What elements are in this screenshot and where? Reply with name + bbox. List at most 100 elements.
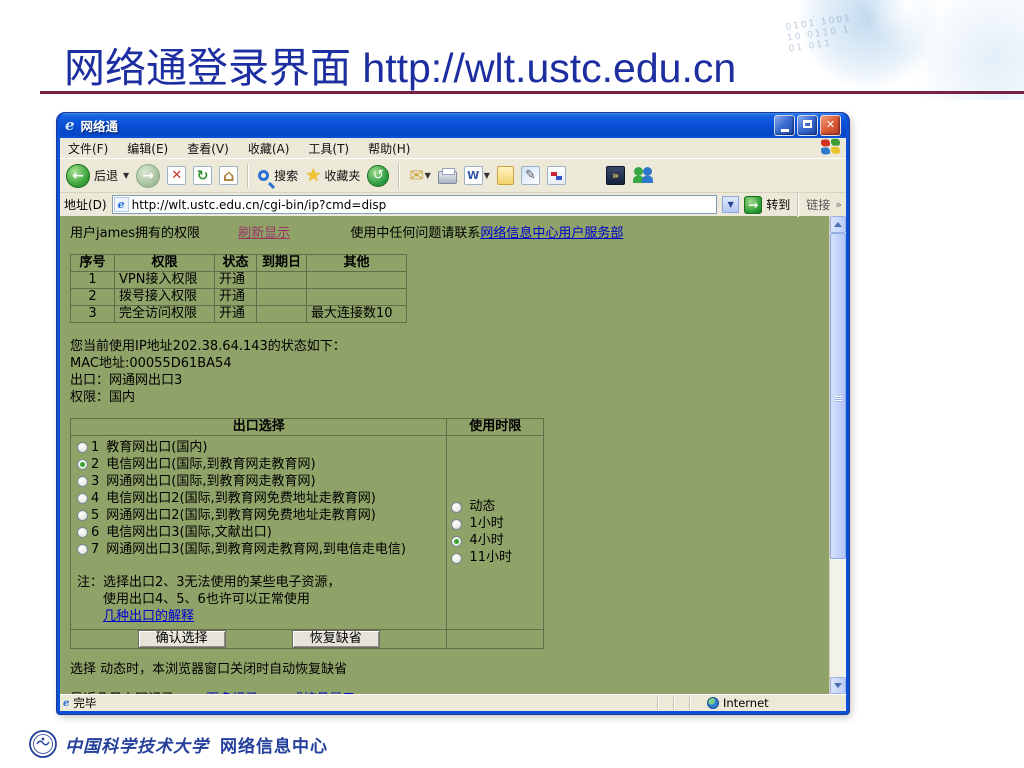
edit-word-button[interactable]: W ▼ [463,166,490,185]
option-label: 1小时 [469,516,504,531]
address-dropdown-button[interactable]: ▼ [722,196,740,213]
menu-item[interactable]: 查看(V) [187,140,229,157]
dynamic-mode-note: 选择 动态时，本浏览器窗口关闭时自动恢复缺省 [70,662,348,677]
menu-item[interactable]: 编辑(E) [127,140,168,157]
menu-item[interactable]: 收藏(A) [248,140,290,157]
exit-explanation-link[interactable]: 几种出口的解释 [103,609,194,624]
duration-option[interactable]: 4小时 [451,533,539,550]
perm-header-cell: 其他 [306,254,407,272]
duration-column-header: 使用时限 [446,418,544,436]
window-titlebar[interactable]: e 网络通 ✕ [60,113,846,138]
exit-option[interactable]: 4 电信网出口2(国际,到教育网免费地址走教育网) [77,490,442,507]
duration-radio[interactable] [451,535,463,547]
menu-item[interactable]: 工具(T) [308,140,349,157]
forward-button[interactable]: → [136,163,161,188]
option-number: 2 [91,456,100,472]
history-button[interactable]: ↺ [367,164,390,187]
exit-radio-5[interactable] [77,510,88,521]
close-button[interactable]: ✕ [820,115,841,136]
web-page: 用户james拥有的权限 刷新显示 使用中任何问题请联系网络信息中心用户服务部 … [60,216,829,694]
more-records-link[interactable]: 更多记录 [206,692,258,694]
monthly-view-link[interactable]: 或按月显示 [290,692,355,694]
duration-radio[interactable] [451,518,463,530]
exit-option[interactable]: 3 网通网出口(国际,到教育网走教育网) [77,473,442,490]
vertical-scrollbar[interactable] [829,216,846,694]
messenger-person-green [632,167,644,183]
search-button[interactable]: 搜索 [258,167,298,184]
favorites-button[interactable]: ★ 收藏夹 [305,165,360,186]
scroll-up-button[interactable] [830,216,846,233]
exit-radio-1[interactable] [77,442,88,453]
restore-default-button[interactable]: 恢复缺省 [291,630,380,648]
stop-button[interactable]: ✕ [167,166,187,185]
messenger-button[interactable] [632,166,654,185]
links-label[interactable]: 链接 [806,196,830,213]
favorites-label: 收藏夹 [324,169,361,183]
menu-item[interactable]: 文件(F) [68,140,108,157]
perm-table-cell [306,271,407,289]
flag-yellow [831,146,840,155]
flashget-button[interactable]: » [605,166,625,185]
exit-radio-4[interactable] [77,493,88,504]
discuss-button[interactable] [546,166,566,185]
print-button[interactable] [437,168,457,184]
mail-dropdown-icon[interactable]: ▼ [425,171,431,180]
duration-radio[interactable] [451,501,463,513]
back-dropdown-icon[interactable]: ▼ [123,171,129,180]
option-label: 电信网出口2(国际,到教育网免费地址走教育网) [106,490,376,506]
globe-digits-decoration: 0101 1001 10 0110 1 01 011 [785,13,853,55]
toolbar: ← 后退 ▼ → ✕ ↻ ⌂ 搜索 ★ 收藏夹 ↺ ✉ ▼ W ▼ ✎ » [60,159,846,193]
ip-status-block: 您当前使用IP地址202.38.64.143的状态如下： MAC地址:00055D… [70,338,829,406]
notes-doc-button[interactable] [496,166,514,185]
option-number: 3 [91,473,100,489]
service-dept-link[interactable]: 网络信息中心用户服务部 [480,226,623,241]
perm-table-cell: 开通 [214,305,257,323]
mail-button[interactable]: ✉ ▼ [409,166,430,186]
refresh-button[interactable]: ↻ [193,166,213,185]
page-header-line: 用户james拥有的权限 刷新显示 使用中任何问题请联系网络信息中心用户服务部 [70,226,829,242]
edit-button[interactable]: ✎ [520,166,540,185]
exit-option[interactable]: 5 网通网出口2(国际,到教育网免费地址走教育网) [77,507,442,524]
scrollbar-grip [835,396,842,397]
address-input[interactable]: e http://wlt.ustc.edu.cn/cgi-bin/ip?cmd=… [111,195,718,214]
page-icon: e [113,197,129,212]
back-icon: ← [66,163,90,188]
maximize-icon [803,120,812,128]
menu-item[interactable]: 帮助(H) [368,140,410,157]
maximize-button[interactable] [797,115,818,136]
exit-radio-7[interactable] [77,544,88,555]
exit-option[interactable]: 6 电信网出口3(国际,文献出口) [77,524,442,541]
note-line-2: 使用出口4、5、6也许可以正常使用 [103,592,310,607]
duration-option[interactable]: 11小时 [451,550,539,567]
exit-option[interactable]: 7 网通网出口3(国际,到教育网走教育网,到电信走电信) [77,541,442,558]
duration-radio[interactable] [451,552,463,564]
exit-radio-2[interactable] [77,459,88,470]
minimize-button[interactable] [774,115,795,136]
refresh-display-link[interactable]: 刷新显示 [238,226,290,241]
back-button[interactable]: ← 后退 ▼ [66,163,129,188]
scroll-down-button[interactable] [830,677,846,694]
scrollbar-thumb[interactable] [830,233,846,559]
go-button[interactable]: → 转到 [744,195,791,214]
word-dropdown-icon[interactable]: ▼ [484,171,490,180]
duration-option[interactable]: 1小时 [451,516,539,533]
clipped-history-line: 最近几日上网记录 更多记录 或按月显示 [70,691,829,694]
ip-status-line: 权限：国内 [70,390,136,405]
exit-radio-3[interactable] [77,476,88,487]
exit-option[interactable]: 1 教育网出口(国内) [77,439,442,456]
duration-option[interactable]: 动态 [451,499,539,516]
perm-header-cell: 序号 [70,254,115,272]
status-text: 完毕 [73,696,97,710]
exit-radio-6[interactable] [77,527,88,538]
go-icon: → [744,195,763,214]
home-button[interactable]: ⌂ [219,166,239,185]
exit-options-cell: 1 教育网出口(国内) 2 电信网出口(国际,到教育网走教育网) 3 网通网出口(国际,到… [69,435,448,630]
ip-status-line: 出口：网通网出口3 [70,373,183,388]
option-label: 教育网出口(国内) [106,439,208,455]
go-label: 转到 [766,198,791,212]
page-content-area: 用户james拥有的权限 刷新显示 使用中任何问题请联系网络信息中心用户服务部 … [60,216,846,694]
confirm-selection-button[interactable]: 确认选择 [137,630,226,648]
footer-university-name: 中国科学技术大学 [65,736,209,756]
exit-option[interactable]: 2 电信网出口(国际,到教育网走教育网) [77,456,442,473]
links-chevron-icon[interactable]: » [835,198,842,211]
